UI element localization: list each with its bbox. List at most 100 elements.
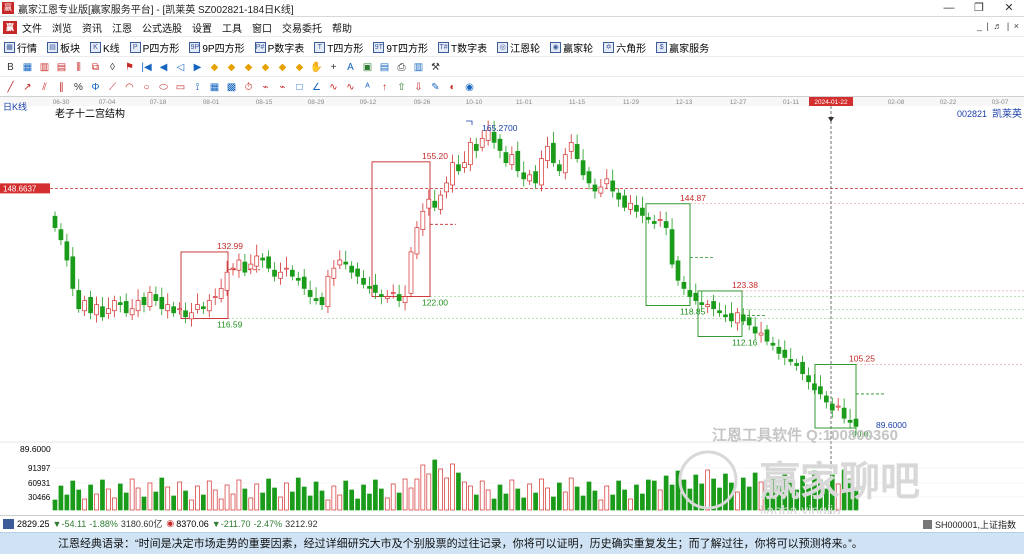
bars4-icon[interactable]: ⧉ xyxy=(89,61,102,74)
monitor-icon[interactable]: ▣ xyxy=(361,61,374,74)
wave-icon[interactable]: ∿ xyxy=(327,81,340,94)
value-icon[interactable]: ◊ xyxy=(106,61,119,74)
menu-file[interactable]: 文件 xyxy=(22,20,42,35)
screen-icon[interactable]: ▥ xyxy=(412,61,425,74)
volume-bar xyxy=(117,483,123,511)
toolbar-kline[interactable]: K K线 xyxy=(90,40,120,55)
status-right[interactable]: SH000001,上证指数 xyxy=(922,518,1016,531)
stock-code: 002821 xyxy=(957,109,987,119)
candle-body xyxy=(841,407,847,419)
menu-help[interactable]: 帮助 xyxy=(332,20,352,35)
percent-icon[interactable]: % xyxy=(72,81,85,94)
chart-icon[interactable]: ▦ xyxy=(21,61,34,74)
bars2-icon[interactable]: ▤ xyxy=(55,61,68,74)
menu-gann[interactable]: 江恩 xyxy=(112,20,132,35)
candle-body xyxy=(260,257,266,261)
print-icon[interactable]: ⎙ xyxy=(395,61,408,74)
eye-icon[interactable]: ◉ xyxy=(463,81,476,94)
next-icon[interactable]: ▶ xyxy=(191,61,204,74)
toolbar-service[interactable]: $ 赢家服务 xyxy=(656,40,709,55)
mdi-controls[interactable]: _ | ♬ | × xyxy=(977,21,1020,31)
volume-bar xyxy=(669,484,675,511)
square-icon[interactable]: □ xyxy=(293,81,306,94)
abc-icon[interactable]: ᴬ xyxy=(361,81,374,94)
candle-body xyxy=(598,186,604,194)
fib-icon[interactable]: Φ xyxy=(89,81,102,94)
ellipse-icon[interactable]: ⬭ xyxy=(157,81,170,94)
volume-bar xyxy=(367,493,372,511)
save-icon[interactable]: ▤ xyxy=(378,61,391,74)
bars-icon[interactable]: ▥ xyxy=(38,61,51,74)
box-icon[interactable]: ▭ xyxy=(174,81,187,94)
toolbar-hexagon[interactable]: ✡ 六角形 xyxy=(603,40,646,55)
flag-icon[interactable]: ⚑ xyxy=(123,61,136,74)
menu-formula[interactable]: 公式选股 xyxy=(142,20,182,35)
menu-news[interactable]: 资讯 xyxy=(82,20,102,35)
diamond-icon[interactable]: ◆ xyxy=(208,61,221,74)
toolbar-9t-square[interactable]: 9T 9T四方形 xyxy=(373,40,428,55)
toolbar-gann-wheel[interactable]: ◎ 江恩轮 xyxy=(497,40,540,55)
toolbar-board[interactable]: ▤ 板块 xyxy=(47,40,80,55)
price-label: 144.87 xyxy=(680,193,706,203)
cross-icon[interactable]: + xyxy=(327,61,340,74)
text-icon[interactable]: A xyxy=(344,61,357,74)
toolbar-9p-square[interactable]: 9P 9P四方形 xyxy=(189,40,245,55)
stock-name: 凯莱英 xyxy=(992,107,1022,120)
diamond5-icon[interactable]: ◆ xyxy=(276,61,289,74)
menu-browse[interactable]: 浏览 xyxy=(52,20,72,35)
kline-chart[interactable]: 06-30 07-04 07-18 08-01 08-15 08-29 09-12 09-26… xyxy=(0,97,1024,518)
grid-icon: ▦ xyxy=(4,41,15,53)
candle-body xyxy=(640,207,645,216)
angle-icon[interactable]: ∠ xyxy=(310,81,323,94)
gann-grid-icon[interactable]: ▩ xyxy=(225,81,238,94)
cycle2-icon[interactable]: ⌁ xyxy=(276,81,289,94)
toolbar-p-number-table[interactable]: P# P数字表 xyxy=(254,40,304,55)
color-icon[interactable]: ◐ xyxy=(446,81,459,94)
ray-icon[interactable]: ↗ xyxy=(21,81,34,94)
gann-box-icon[interactable]: ▦ xyxy=(208,81,221,94)
diamond3-icon[interactable]: ◆ xyxy=(242,61,255,74)
time-icon[interactable]: ⏱ xyxy=(242,81,255,94)
candle-body xyxy=(539,158,544,186)
kline-chart-area[interactable]: 06-30 07-04 07-18 08-01 08-15 08-29 09-12 09-26… xyxy=(0,97,1024,518)
candle-body xyxy=(82,300,88,312)
volume-bar xyxy=(420,464,426,511)
label-icon[interactable]: ✎ xyxy=(429,81,442,94)
menu-tools[interactable]: 工具 xyxy=(222,20,242,35)
maximize-button[interactable]: ❐ xyxy=(964,0,994,17)
fan-icon[interactable]: ⟋ xyxy=(106,81,119,94)
wave2-icon[interactable]: ∿ xyxy=(344,81,357,94)
arrow-icon[interactable]: ↑ xyxy=(378,81,391,94)
candle-body xyxy=(675,260,681,281)
toolbar-grid[interactable]: ▦ 行情 xyxy=(4,40,37,55)
volume-bar xyxy=(432,459,438,511)
toolbar-p-square[interactable]: P P四方形 xyxy=(129,40,179,55)
hand-icon[interactable]: ✋ xyxy=(310,61,323,74)
minimize-button[interactable]: — xyxy=(934,0,964,17)
diamond6-icon[interactable]: ◆ xyxy=(293,61,306,74)
B-icon[interactable]: B xyxy=(4,61,17,74)
circle-icon[interactable]: ○ xyxy=(140,81,153,94)
channel-icon[interactable]: ⫽ xyxy=(38,81,51,94)
gann-fan-icon[interactable]: ⟟ xyxy=(191,81,204,94)
up-icon[interactable]: ⇧ xyxy=(395,81,408,94)
arc-icon[interactable]: ◠ xyxy=(123,81,136,94)
menu-trade[interactable]: 交易委托 xyxy=(282,20,322,35)
parallel-icon[interactable]: ∥ xyxy=(55,81,68,94)
cycle-icon[interactable]: ⌁ xyxy=(259,81,272,94)
diamond4-icon[interactable]: ◆ xyxy=(259,61,272,74)
tools-icon[interactable]: ⚒ xyxy=(429,61,442,74)
down-icon[interactable]: ⇩ xyxy=(412,81,425,94)
back-icon[interactable]: ◁ xyxy=(174,61,187,74)
menu-window[interactable]: 窗口 xyxy=(252,20,272,35)
first-icon[interactable]: |◀ xyxy=(140,61,153,74)
toolbar-t-square[interactable]: T T四方形 xyxy=(314,40,363,55)
bars3-icon[interactable]: ⫼ xyxy=(72,61,85,74)
toolbar-winner-wheel[interactable]: ◉ 赢家轮 xyxy=(550,40,593,55)
prev-icon[interactable]: ◀ xyxy=(157,61,170,74)
toolbar-t-number-table[interactable]: T# T数字表 xyxy=(438,40,487,55)
menu-settings[interactable]: 设置 xyxy=(192,20,212,35)
diamond2-icon[interactable]: ◆ xyxy=(225,61,238,74)
line-icon[interactable]: ╱ xyxy=(4,81,17,94)
close-button[interactable]: ✕ xyxy=(994,0,1024,17)
